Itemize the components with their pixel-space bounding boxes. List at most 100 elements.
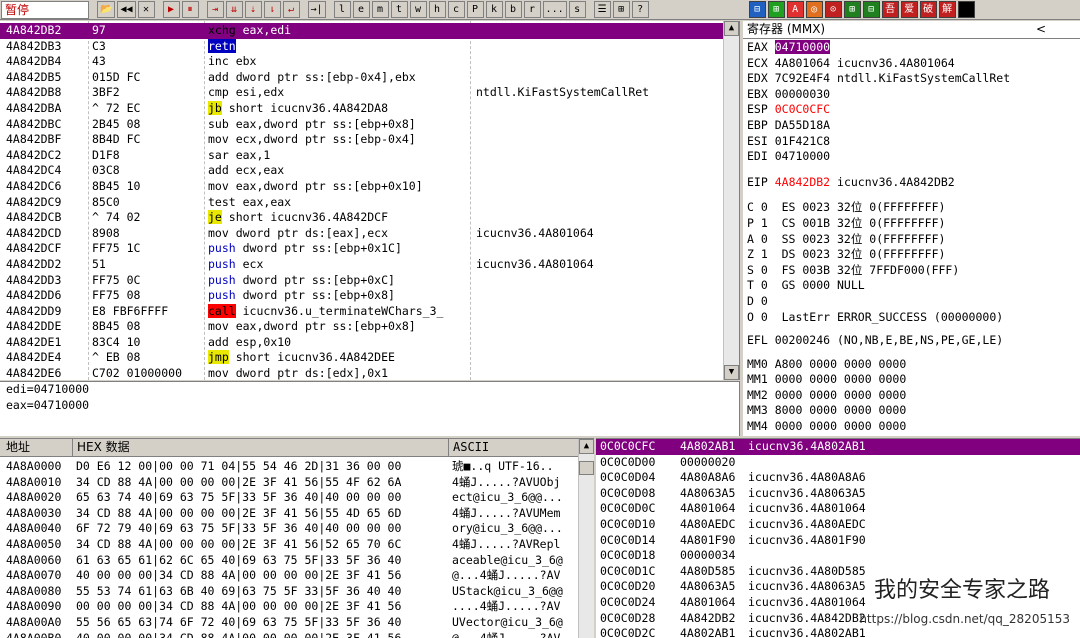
register-ecx[interactable]: ECX 4A801064 icucnv36.4A801064 — [743, 56, 1080, 72]
scroll-thumb[interactable] — [579, 461, 594, 475]
window-handles-button[interactable]: h — [428, 1, 446, 18]
mmx-row[interactable]: MM2 0000 0000 0000 0000 — [743, 388, 1080, 404]
plugin-6-icon[interactable]: ⊞ — [843, 1, 861, 18]
register-eip[interactable]: EIP 4A842DB2 icucnv36.4A842DB2 — [743, 175, 1080, 191]
disasm-row[interactable]: 4A842DB3 C3 retn — [0, 38, 724, 55]
stack-row[interactable]: 0C0C0CFC 4A802AB1 icucnv36.4A802AB1 — [596, 439, 1080, 455]
disasm-row[interactable]: 4A842DC4 03C8 add ecx,eax — [0, 163, 724, 179]
stack-row[interactable]: 0C0C0D04 4A80A8A6 icucnv36.4A80A8A6 — [596, 470, 1080, 486]
stack-row[interactable]: 0C0C0D10 4A80AEDC icucnv36.4A80AEDC — [596, 517, 1080, 533]
disasm-row[interactable]: 4A842DD3 FF75 0C push dword ptr ss:[ebp+0x… — [0, 273, 724, 289]
step-into-icon[interactable]: ⇥ — [206, 1, 224, 18]
dump-scrollbar[interactable]: ▲ — [578, 439, 594, 638]
disassembly-scrollbar[interactable]: ▲ ▼ — [723, 21, 739, 380]
scroll-up-icon[interactable]: ▲ — [724, 21, 739, 36]
plugin-7-icon[interactable]: ⊟ — [862, 1, 880, 18]
goto-address-icon[interactable]: →| — [307, 1, 326, 18]
flag-row[interactable]: P 1 CS 001B 32位 0(FFFFFFFF) — [743, 216, 1080, 232]
register-esi[interactable]: ESI 01F421C8 — [743, 134, 1080, 150]
dump-col-address[interactable]: 地址 — [6, 439, 30, 456]
help-icon[interactable]: ? — [631, 1, 649, 18]
disasm-row[interactable]: 4A842DE4 ^ EB 08 jmp short icucnv36.4A842D… — [0, 350, 724, 366]
window-threads-button[interactable]: t — [390, 1, 408, 18]
dump-row[interactable]: 4A8A00A0 55 56 65 63|74 6F 72 40|69 63 75… — [0, 615, 578, 631]
disasm-row[interactable]: 4A842DBF 8B4D FC mov ecx,dword ptr ss:[ebp… — [0, 132, 724, 148]
register-ebx[interactable]: EBX 00000030 — [743, 87, 1080, 103]
dump-row[interactable]: 4A8A0030 34 CD 88 4A|00 00 00 00|2E 3F 41… — [0, 506, 578, 522]
flag-row[interactable]: S 0 FS 003B 32位 7FFDF000(FFF) — [743, 263, 1080, 279]
disasm-row[interactable]: 4A842DD9 E8 FBF6FFFF call icucnv36.u_termi… — [0, 303, 724, 320]
plugin-3-icon[interactable]: A — [786, 1, 804, 18]
window-memory-button[interactable]: m — [371, 1, 389, 18]
disasm-row[interactable]: 4A842DBA ^ 72 EC jb short icucnv36.4A842DA… — [0, 100, 724, 117]
window-callstack-button[interactable]: k — [485, 1, 503, 18]
plugin-5-icon[interactable]: ⊙ — [824, 1, 842, 18]
dump-row[interactable]: 4A8A0090 00 00 00 00|34 CD 88 4A|00 00 00… — [0, 599, 578, 615]
registers-prev-icon[interactable]: < — [1036, 21, 1046, 38]
window-runtrace-button[interactable]: ... — [542, 1, 567, 18]
plugin-2-icon[interactable]: ⊞ — [767, 1, 785, 18]
disasm-row[interactable]: 4A842DE6 C702 01000000 mov dword ptr ds:[e… — [0, 366, 724, 380]
restart-icon[interactable]: ◀◀ — [117, 1, 136, 18]
disassembly-pane[interactable]: 4A842DB2 97 xchg eax,edi 4A842DB3 C3 retn 4A84… — [0, 21, 740, 380]
flag-row[interactable]: A 0 SS 0023 32位 0(FFFFFFFF) — [743, 232, 1080, 248]
open-file-icon[interactable]: 📂 — [97, 1, 116, 18]
window-references-button[interactable]: r — [523, 1, 541, 18]
mmx-row[interactable]: MM4 0000 0000 0000 0000 — [743, 419, 1080, 435]
dump-row[interactable]: 4A8A0040 6F 72 79 40|69 63 75 5F|33 5F 36… — [0, 521, 578, 537]
plugin-po-icon[interactable]: 破 — [919, 1, 937, 18]
flag-row[interactable]: T 0 GS 0000 NULL — [743, 278, 1080, 294]
stack-row[interactable]: 0C0C0D00 00000020 — [596, 455, 1080, 471]
disasm-row[interactable]: 4A842DCD 8908 mov dword ptr ds:[eax],ecx ic… — [0, 226, 724, 242]
window-cpu-button[interactable]: c — [447, 1, 465, 18]
disasm-row[interactable]: 4A842DCB ^ 74 02 je short icucnv36.4A842DC… — [0, 210, 724, 226]
register-edi[interactable]: EDI 04710000 — [743, 149, 1080, 165]
dump-row[interactable]: 4A8A0080 55 53 74 61|63 6B 40 69|63 75 5F… — [0, 584, 578, 600]
trace-over-icon[interactable]: ⇂ — [263, 1, 281, 18]
flag-row[interactable]: C 0 ES 0023 32位 0(FFFFFFFF) — [743, 200, 1080, 216]
window-breakpoints-button[interactable]: b — [504, 1, 522, 18]
dump-row[interactable]: 4A8A0020 65 63 74 40|69 63 75 5F|33 5F 36… — [0, 490, 578, 506]
run-icon[interactable]: ▶ — [162, 1, 180, 18]
disasm-row[interactable]: 4A842DC2 D1F8 sar eax,1 — [0, 148, 724, 164]
dump-row[interactable]: 4A8A0050 34 CD 88 4A|00 00 00 00|2E 3F 41… — [0, 537, 578, 553]
trace-into-icon[interactable]: ⇣ — [244, 1, 262, 18]
window-log-button[interactable]: l — [333, 1, 351, 18]
registers-pane[interactable]: 寄存器 (MMX) < EAX 04710000 ECX 4A801064 icu… — [743, 21, 1080, 436]
flag-row[interactable]: O 0 LastErr ERROR_SUCCESS (00000000) — [743, 310, 1080, 326]
step-over-icon[interactable]: ⇊ — [225, 1, 243, 18]
dump-row[interactable]: 4A8A0010 34 CD 88 4A|00 00 00 00|2E 3F 41… — [0, 475, 578, 491]
register-efl[interactable]: EFL 00200246 (NO,NB,E,BE,NS,PE,GE,LE) — [743, 333, 1080, 349]
list-icon[interactable]: ☰ — [593, 1, 611, 18]
mmx-row[interactable]: MM1 0000 0000 0000 0000 — [743, 372, 1080, 388]
plugin-wu-icon[interactable]: 吾 — [881, 1, 899, 18]
dump-col-hex[interactable]: HEX 数据 — [72, 439, 130, 457]
execute-till-return-icon[interactable]: ↵ — [282, 1, 300, 18]
disasm-row[interactable]: 4A842DB4 43 inc ebx — [0, 54, 724, 70]
register-ebp[interactable]: EBP DA55D18A — [743, 118, 1080, 134]
register-eax[interactable]: EAX 04710000 — [743, 40, 1080, 56]
flag-row[interactable]: Z 1 DS 0023 32位 0(FFFFFFFF) — [743, 247, 1080, 263]
disasm-row[interactable]: 4A842DB5 015D FC add dword ptr ss:[ebp-0x4… — [0, 70, 724, 86]
register-edx[interactable]: EDX 7C92E4F4 ntdll.KiFastSystemCallRet — [743, 71, 1080, 87]
disasm-row[interactable]: 4A842DC9 85C0 test eax,eax — [0, 195, 724, 211]
stack-row[interactable]: 0C0C0D08 4A8063A5 icucnv36.4A8063A5 — [596, 486, 1080, 502]
scroll-down-icon[interactable]: ▼ — [724, 365, 739, 380]
pause-icon[interactable]: ⏸ — [181, 1, 199, 18]
stack-row[interactable]: 0C0C0D2C 4A802AB1 icucnv36.4A802AB1 — [596, 626, 1080, 638]
dump-row[interactable]: 4A8A0000 D0 E6 12 00|00 00 71 04|55 54 46… — [0, 459, 578, 475]
dump-row[interactable]: 4A8A00B0 40 00 00 00|34 CD 88 4A|00 00 00… — [0, 631, 578, 638]
stack-row[interactable]: 0C0C0D18 00000034 — [596, 548, 1080, 564]
stack-pane[interactable]: 0C0C0CFC 4A802AB1 icucnv36.4A802AB1 0C0C0D0… — [596, 438, 1080, 638]
dump-row[interactable]: 4A8A0070 40 00 00 00|34 CD 88 4A|00 00 00… — [0, 568, 578, 584]
plugin-ai-icon[interactable]: 爱 — [900, 1, 918, 18]
scroll-up-icon[interactable]: ▲ — [579, 439, 594, 454]
options-icon[interactable]: ⊞ — [612, 1, 630, 18]
window-source-button[interactable]: s — [568, 1, 586, 18]
memory-dump-pane[interactable]: 地址 HEX 数据 ASCII 4A8A0000 D0 E6 12 00|00 0… — [0, 438, 594, 638]
mmx-row[interactable]: MM0 A800 0000 0000 0000 — [743, 357, 1080, 373]
disasm-row[interactable]: 4A842DC6 8B45 10 mov eax,dword ptr ss:[ebp… — [0, 179, 724, 195]
stack-row[interactable]: 0C0C0D14 4A801F90 icucnv36.4A801F90 — [596, 533, 1080, 549]
disasm-row[interactable]: 4A842DE1 83C4 10 add esp,0x10 — [0, 335, 724, 351]
window-patches-button[interactable]: P — [466, 1, 484, 18]
